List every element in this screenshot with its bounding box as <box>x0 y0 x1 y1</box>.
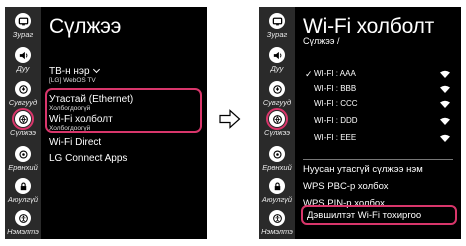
sidebar-item-label: Ерөнхий <box>262 163 292 172</box>
network-name: WI-FI : BBB <box>314 84 357 93</box>
wifi-signal-icon <box>440 85 450 93</box>
wifi-signal-icon <box>440 100 450 108</box>
lock-icon <box>15 178 31 194</box>
menu-item-label: ТВ-н нэр <box>49 66 90 77</box>
wifi-signal-icon <box>440 134 450 142</box>
sidebar-item-network[interactable]: Сүлжээ <box>259 108 295 137</box>
menu-item-label: Wi-Fi Direct <box>49 137 102 148</box>
network-name: WI-FI : AAA <box>314 69 356 78</box>
network-name: WI-FI : DDD <box>314 116 358 125</box>
menu-item-lg-connect-apps[interactable]: LG Connect Apps <box>49 153 127 164</box>
chevron-down-icon <box>92 65 100 74</box>
general-icon <box>15 146 31 162</box>
general-icon <box>269 146 285 162</box>
sidebar-item-channels[interactable]: Сувгууд <box>5 81 41 107</box>
sidebar-item-label: Нэмэлтэ <box>261 227 293 236</box>
menu-item-sublabel: [LG] WebOS TV <box>49 77 96 84</box>
sidebar-item-label: Зураг <box>266 30 288 39</box>
wifi-signal-icon <box>440 117 450 125</box>
sidebar-item-label: Сүлжээ <box>10 128 36 137</box>
menu-item-wps-pbc[interactable]: WPS PBC-р холбох <box>303 181 389 192</box>
menu-item-label: Нуусан утасгүй сүлжээ нэм <box>303 164 423 175</box>
wifi-connection-panel: Зураг Дуу Сувгууд Сүлжээ Ерөнхий Аюулгүй… <box>259 7 461 239</box>
menu-item-label: WPS PBC-р холбох <box>303 181 389 192</box>
picture-icon <box>15 13 31 29</box>
sidebar-item-label: Дуу <box>16 64 30 73</box>
wifi-signal-icon <box>440 70 450 78</box>
sidebar-item-sound[interactable]: Дуу <box>5 47 41 73</box>
sidebar-item-label: Нэмэлтэ <box>7 227 39 236</box>
sidebar-item-label: Зураг <box>12 30 34 39</box>
settings-sidebar: Зураг Дуу Сувгууд Сүлжээ Ерөнхий Аюулгүй… <box>5 7 41 239</box>
sidebar-item-channels[interactable]: Сувгууд <box>259 81 295 107</box>
channels-icon <box>15 81 31 97</box>
page-title: Сүлжээ <box>49 15 122 38</box>
selection-highlight <box>45 88 202 133</box>
network-menu-panel: Зураг Дуу Сувгууд Сүлжээ Ерөнхий Аюулгүй… <box>5 7 207 239</box>
sidebar-item-general[interactable]: Ерөнхий <box>5 146 41 172</box>
sidebar-item-label: Сувгууд <box>8 98 38 107</box>
settings-sidebar: Зураг Дуу Сувгууд Сүлжээ Ерөнхий Аюулгүй… <box>259 7 295 239</box>
network-list-item[interactable]: WI-FI : DDD <box>303 116 453 128</box>
sidebar-item-safety[interactable]: Аюулгүй <box>259 178 295 204</box>
sound-icon <box>269 47 285 63</box>
network-list-item[interactable]: WI-FI : EEE <box>303 133 453 145</box>
breadcrumb: Сүлжээ / <box>303 36 340 46</box>
sound-icon <box>15 47 31 63</box>
sidebar-item-picture[interactable]: Зураг <box>5 13 41 39</box>
sidebar-item-sound[interactable]: Дуу <box>259 47 295 73</box>
sidebar-item-label: Ерөнхий <box>8 163 38 172</box>
sidebar-item-accessibility[interactable]: Нэмэлтэ <box>5 210 41 236</box>
sidebar-item-accessibility[interactable]: Нэмэлтэ <box>259 210 295 236</box>
sidebar-item-general[interactable]: Ерөнхий <box>259 146 295 172</box>
sidebar-item-label: Дуу <box>270 64 284 73</box>
accessibility-icon <box>15 210 31 226</box>
accessibility-icon <box>269 210 285 226</box>
lock-icon <box>269 178 285 194</box>
checkmark-icon: ✓ <box>305 69 313 79</box>
channels-icon <box>269 81 285 97</box>
menu-item-wifi-direct[interactable]: Wi-Fi Direct <box>49 137 101 148</box>
network-list-item[interactable]: ✓ WI-FI : AAA <box>303 69 453 81</box>
network-icon <box>266 108 288 130</box>
sidebar-item-picture[interactable]: Зураг <box>259 13 295 39</box>
selection-highlight <box>301 205 457 225</box>
sidebar-item-label: Сувгууд <box>262 98 292 107</box>
network-list-item[interactable]: WI-FI : CCC <box>303 99 453 111</box>
picture-icon <box>269 13 285 29</box>
network-list-item[interactable]: WI-FI : BBB <box>303 84 453 96</box>
menu-item-label: LG Connect Apps <box>49 153 128 164</box>
sidebar-item-network[interactable]: Сүлжээ <box>5 108 41 137</box>
sidebar-item-safety[interactable]: Аюулгүй <box>5 178 41 204</box>
menu-item-tv-name[interactable]: ТВ-н нэр [LG] WebOS TV <box>49 65 100 84</box>
network-name: WI-FI : CCC <box>314 99 358 108</box>
arrow-right-icon <box>219 109 241 129</box>
sidebar-item-label: Сүлжээ <box>264 128 290 137</box>
menu-item-add-hidden-network[interactable]: Нуусан утасгүй сүлжээ нэм <box>303 164 423 175</box>
divider <box>303 159 453 160</box>
sidebar-item-label: Аюулгүй <box>261 195 293 204</box>
network-icon <box>12 108 34 130</box>
network-name: WI-FI : EEE <box>314 133 357 142</box>
sidebar-item-label: Аюулгүй <box>7 195 39 204</box>
